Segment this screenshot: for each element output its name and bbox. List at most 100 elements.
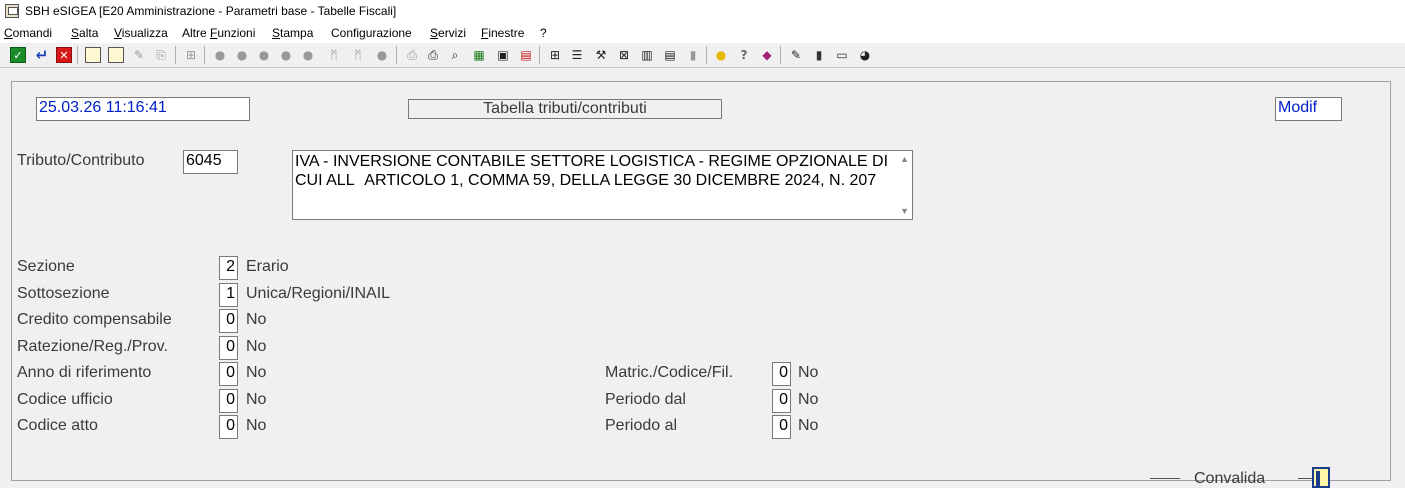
phone-icon[interactable]: ▮	[811, 47, 827, 63]
window-title: SBH eSIGEA [E20 Amministrazione - Parame…	[25, 4, 397, 18]
credito-input[interactable]: 0	[219, 309, 238, 333]
mode-indicator: Modif	[1275, 97, 1342, 121]
tools-icon[interactable]: ⚒	[593, 47, 609, 63]
divider	[1150, 478, 1180, 479]
title-bar: SBH eSIGEA [E20 Amministrazione - Parame…	[0, 0, 1405, 23]
form-icon[interactable]	[85, 47, 101, 63]
sottosezione-label: Sottosezione	[17, 285, 110, 302]
toolbar-separator	[204, 46, 205, 64]
save-icon[interactable]: ▣	[495, 47, 511, 63]
table-title: Tabella tributi/contributi	[408, 99, 722, 119]
edit-icon[interactable]: ✎	[131, 47, 147, 63]
list-icon[interactable]: ☰	[569, 47, 585, 63]
sezione-input[interactable]: 2	[219, 256, 238, 280]
matricola-label: Matric./Codice/Fil.	[605, 364, 734, 381]
report-icon[interactable]: ▤	[662, 47, 678, 63]
grid-icon[interactable]: ⊞	[547, 47, 563, 63]
ufficio-label: Codice ufficio	[17, 391, 113, 408]
menu-comandi[interactable]: Comandi	[4, 26, 52, 40]
toolbar-separator	[539, 46, 540, 64]
menu-visualizza[interactable]: Visualizza	[114, 26, 168, 40]
tributo-code-input[interactable]: 6045	[183, 150, 238, 174]
help-icon[interactable]: ?	[736, 47, 752, 63]
rateazione-text: No	[246, 338, 267, 355]
toolbar-separator	[175, 46, 176, 64]
periodo-dal-input[interactable]: 0	[772, 389, 791, 413]
tree-icon[interactable]: ⊞	[183, 47, 199, 63]
scroll-down-icon[interactable]: ▼	[900, 206, 909, 216]
print-setup-icon[interactable]: ⎙	[404, 47, 420, 63]
periodo-dal-text: No	[798, 391, 819, 408]
f2-icon[interactable]: ●	[234, 47, 250, 63]
book-icon[interactable]: ◆	[759, 47, 775, 63]
chart-icon[interactable]: ⊠	[616, 47, 632, 63]
divider	[1298, 478, 1312, 479]
tributo-description: IVA - INVERSIONE CONTABILE SETTORE LOGIS…	[295, 153, 889, 189]
main-panel	[11, 81, 1391, 481]
sottosezione-input[interactable]: 1	[219, 283, 238, 307]
atto-input[interactable]: 0	[219, 415, 238, 439]
pdf-icon[interactable]: ▤	[518, 47, 534, 63]
menu-salta[interactable]: Salta	[71, 26, 98, 40]
f5-icon[interactable]: ●	[300, 47, 316, 63]
menu-bar: Comandi Salta Visualizza Altre Funzioni …	[0, 23, 1405, 43]
menu-servizi[interactable]: Servizi	[430, 26, 466, 40]
f1-icon[interactable]: ●	[212, 47, 228, 63]
sezione-text: Erario	[246, 258, 289, 275]
f7-icon[interactable]: ᛗ	[350, 47, 366, 63]
credito-text: No	[246, 311, 267, 328]
menu-finestre[interactable]: Finestre	[481, 26, 524, 40]
matricola-input[interactable]: 0	[772, 362, 791, 386]
menu-stampa[interactable]: Stampa	[272, 26, 313, 40]
convalida-label: Convalida	[1194, 470, 1266, 487]
ufficio-input[interactable]: 0	[219, 389, 238, 413]
calc-icon[interactable]: ▭	[834, 47, 850, 63]
rateazione-label: Ratezione/Reg./Prov.	[17, 338, 168, 355]
f8-icon[interactable]: ●	[374, 47, 390, 63]
copy-icon[interactable]: ⎘	[153, 47, 169, 63]
menu-help[interactable]: ?	[540, 26, 547, 40]
note-icon[interactable]: ✎	[788, 47, 804, 63]
confirm-icon[interactable]: ✓	[10, 47, 26, 63]
clock-icon[interactable]: ◕	[857, 47, 873, 63]
f4-icon[interactable]: ●	[278, 47, 294, 63]
rateazione-input[interactable]: 0	[219, 336, 238, 360]
f6-icon[interactable]: ᛗ	[326, 47, 342, 63]
preview-icon[interactable]: ⌕	[447, 47, 463, 63]
anno-label: Anno di riferimento	[17, 364, 152, 381]
scroll-up-icon[interactable]: ▲	[900, 154, 909, 164]
f3-icon[interactable]: ●	[256, 47, 272, 63]
toolbar-separator	[77, 46, 78, 64]
bulb-icon[interactable]: ●	[713, 47, 729, 63]
app-icon	[5, 4, 19, 18]
toolbar-separator	[780, 46, 781, 64]
menu-configurazione[interactable]: Configurazione	[331, 26, 412, 40]
menu-altre-funzioni[interactable]: Altre Funzioni	[182, 26, 255, 40]
bars-icon[interactable]: ▮	[685, 47, 701, 63]
sezione-label: Sezione	[17, 258, 75, 275]
excel-icon[interactable]: ▦	[471, 47, 487, 63]
periodo-dal-label: Periodo dal	[605, 391, 686, 408]
enter-icon[interactable]: ↵	[34, 47, 50, 63]
printer-icon[interactable]: ⎙	[425, 47, 441, 63]
tributo-label: Tributo/Contributo	[17, 152, 145, 169]
anno-text: No	[246, 364, 267, 381]
form-alt-icon[interactable]	[108, 47, 124, 63]
tributo-description-textarea[interactable]: IVA - INVERSIONE CONTABILE SETTORE LOGIS…	[292, 150, 913, 220]
table-icon[interactable]: ▥	[639, 47, 655, 63]
periodo-al-label: Periodo al	[605, 417, 678, 434]
matricola-text: No	[798, 364, 819, 381]
toolbar-separator	[396, 46, 397, 64]
atto-label: Codice atto	[17, 417, 98, 434]
periodo-al-text: No	[798, 417, 819, 434]
timestamp-field: 25.03.26 11:16:41	[36, 97, 250, 121]
convalida-button[interactable]	[1312, 467, 1330, 488]
credito-label: Credito compensabile	[17, 311, 172, 328]
ufficio-text: No	[246, 391, 267, 408]
atto-text: No	[246, 417, 267, 434]
periodo-al-input[interactable]: 0	[772, 415, 791, 439]
toolbar-separator	[706, 46, 707, 64]
sottosezione-text: Unica/Regioni/INAIL	[246, 285, 391, 302]
cancel-icon[interactable]: ✕	[56, 47, 72, 63]
anno-input[interactable]: 0	[219, 362, 238, 386]
